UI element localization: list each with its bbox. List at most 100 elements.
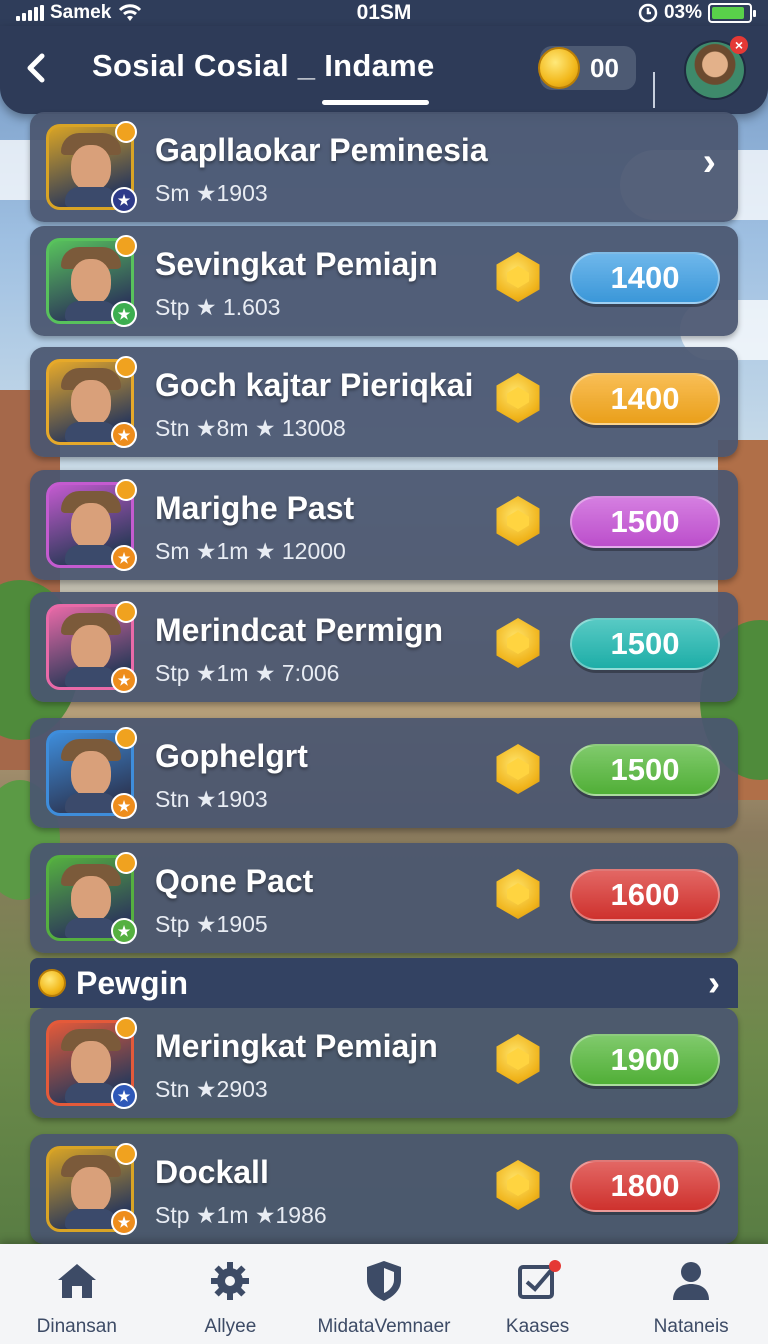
player-card[interactable]: ★ Gophelgrt Stn ★1903 1500 (30, 718, 738, 828)
nav-item-home[interactable]: Dinansan (0, 1244, 154, 1344)
bottom-nav: Dinansan Allyee MidataVemnaer Kaases Nat… (0, 1244, 768, 1344)
rank-badge: ★ (111, 187, 137, 213)
player-card[interactable]: ★ Goch kajtar Pieriqkai Stn ★8m ★ 13008 140… (30, 347, 738, 457)
coin-balance[interactable]: 00 (538, 46, 636, 90)
battery-fill (712, 7, 745, 19)
gold-coin-icon (38, 969, 66, 997)
buy-button[interactable]: 1400 (570, 373, 720, 425)
player-stats: Sm ★1m ★ 12000 (155, 538, 346, 564)
nav-label: Kaases (505, 1316, 570, 1337)
gold-coin-icon (496, 869, 540, 919)
chevron-right-icon[interactable]: › (703, 140, 716, 185)
home-icon (57, 1264, 96, 1298)
nav-item-settings[interactable]: Allyee (154, 1244, 308, 1344)
close-icon[interactable]: × (730, 36, 748, 54)
player-card[interactable]: ★ Dockall Stp ★1m ★1986 1800 (30, 1134, 738, 1244)
level-badge (115, 1143, 137, 1165)
buy-button[interactable]: 1900 (570, 1034, 720, 1086)
rank-badge: ★ (111, 918, 137, 944)
carrier-name: Samek (50, 2, 112, 23)
shield-icon (366, 1261, 401, 1301)
title-underline (322, 100, 429, 105)
player-name: Dockall (155, 1154, 269, 1190)
level-badge (115, 852, 137, 874)
rank-badge: ★ (111, 422, 137, 448)
buy-button[interactable]: 1800 (570, 1160, 720, 1212)
player-avatar: ★ (46, 852, 137, 944)
player-card[interactable]: ★ Marighe Past Sm ★1m ★ 12000 1500 (30, 470, 738, 580)
level-badge (115, 479, 137, 501)
player-avatar: ★ (46, 727, 137, 819)
level-badge (115, 356, 137, 378)
level-badge (115, 121, 137, 143)
coin-amount: 00 (590, 52, 619, 83)
player-avatar: ★ (46, 1143, 137, 1235)
section-title: Pewgin (76, 964, 189, 1001)
rank-badge: ★ (111, 793, 137, 819)
chevron-right-icon: › (708, 962, 720, 1003)
player-stats: Stp ★1m ★ 7:006 (155, 660, 340, 686)
player-name: Marighe Past (155, 490, 355, 526)
buy-button[interactable]: 1500 (570, 618, 720, 670)
player-avatar: ★ (46, 121, 137, 213)
nav-label: Dinansan (36, 1316, 117, 1337)
level-badge (115, 235, 137, 257)
rank-badge: ★ (111, 1083, 137, 1109)
player-card[interactable]: ★ Gapllaokar Peminesia Sm ★1903 › (30, 112, 738, 222)
player-stats: Stp ★1905 (155, 911, 268, 937)
divider (653, 72, 655, 108)
level-badge (115, 1017, 137, 1039)
player-stats: Sm ★1903 (155, 180, 268, 206)
player-stats: Stp ★1m ★1986 (155, 1202, 327, 1228)
player-name: Qone Pact (155, 863, 314, 899)
buy-button[interactable]: 1600 (570, 869, 720, 921)
player-avatar: ★ (46, 601, 137, 693)
battery-percent: 03% (663, 2, 702, 23)
nav-item-profile[interactable]: Nataneis (614, 1244, 768, 1344)
gold-coin-icon (496, 373, 540, 423)
checkbox-icon (517, 1260, 561, 1299)
gold-coin-icon (496, 496, 540, 546)
battery-icon (708, 3, 756, 23)
player-card[interactable]: ★ Sevingkat Pemiajn Stp ★ 1.603 1400 (30, 226, 738, 336)
player-card[interactable]: ★ Qone Pact Stp ★1905 1600 (30, 843, 738, 953)
gold-coin-icon (538, 47, 580, 89)
chevron-left-icon (27, 53, 45, 83)
player-card[interactable]: ★ Merindcat Permign Stp ★1m ★ 7:006 1500 (30, 592, 738, 702)
nav-item-shield[interactable]: MidataVemnaer (307, 1244, 461, 1344)
player-name: Goch kajtar Pieriqkai (155, 367, 474, 403)
gold-coin-icon (496, 252, 540, 302)
page-title: Sosial Cosial _ Indame (92, 48, 435, 83)
status-bar: Samek 01SM 03% (0, 0, 768, 26)
player-name: Gophelgrt (155, 738, 308, 774)
player-card[interactable]: ★ Meringkat Pemiajn Stn ★2903 1900 (30, 1008, 738, 1118)
rank-badge: ★ (111, 301, 137, 327)
section-header[interactable]: Pewgin › (30, 958, 738, 1008)
player-stats: Stp ★ 1.603 (155, 294, 281, 320)
buy-button[interactable]: 1400 (570, 252, 720, 304)
back-button[interactable] (20, 48, 54, 88)
buy-button[interactable]: 1500 (570, 744, 720, 796)
player-stats: Stn ★2903 (155, 1076, 268, 1102)
rank-badge: ★ (111, 667, 137, 693)
player-stats: Stn ★1903 (155, 786, 268, 812)
gold-coin-icon (496, 1034, 540, 1084)
gear-icon (211, 1262, 250, 1300)
level-badge (115, 601, 137, 623)
rank-badge: ★ (111, 545, 137, 571)
nav-item-tasks[interactable]: Kaases (461, 1244, 615, 1344)
gold-coin-icon (496, 744, 540, 794)
player-avatar: ★ (46, 1017, 137, 1109)
player-avatar: ★ (46, 479, 137, 571)
gold-coin-icon (496, 618, 540, 668)
clock: 01SM (356, 1, 412, 24)
wifi-icon (119, 4, 142, 21)
buy-button[interactable]: 1500 (570, 496, 720, 548)
level-badge (115, 727, 137, 749)
signal-icon (16, 5, 44, 21)
player-name: Meringkat Pemiajn (155, 1028, 438, 1064)
nav-label: Allyee (204, 1316, 257, 1337)
player-name: Gapllaokar Peminesia (155, 132, 488, 168)
person-icon (673, 1262, 710, 1300)
gold-coin-icon (496, 1160, 540, 1210)
